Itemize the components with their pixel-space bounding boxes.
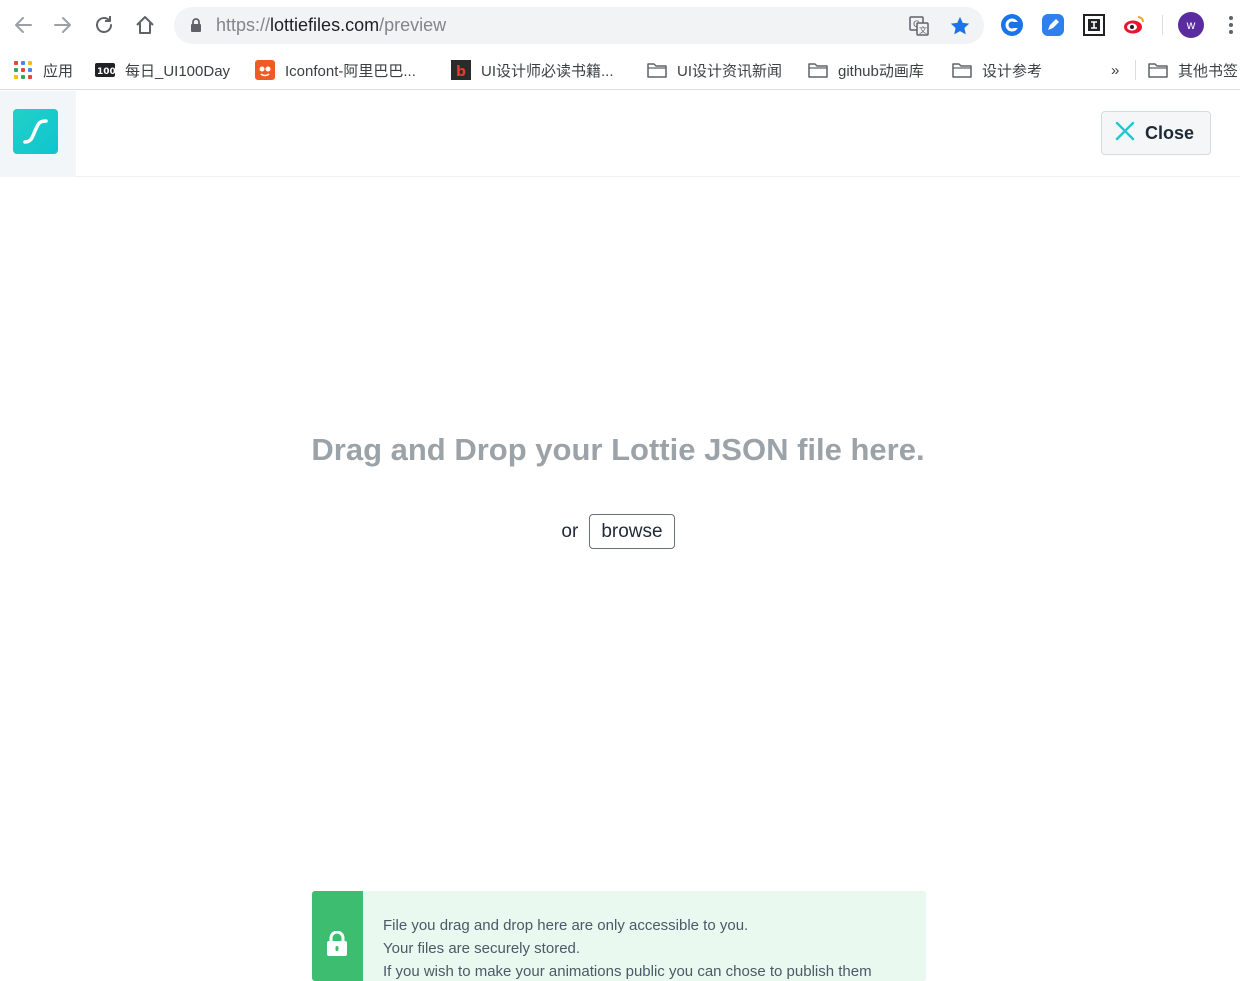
bookmark-iconfont[interactable]: Iconfont-阿里巴巴... — [255, 56, 416, 84]
folder-icon — [1148, 60, 1168, 80]
bookmark-label: UI设计师必读书籍... — [481, 62, 614, 80]
folder-icon — [952, 60, 972, 80]
url-text[interactable]: https://lottiefiles.com/preview — [216, 15, 446, 36]
address-bar[interactable]: https://lottiefiles.com/preview G文 — [174, 7, 984, 44]
notice-line: Your files are securely stored. — [383, 940, 581, 957]
bookmarks-overflow-button[interactable]: » — [1111, 56, 1119, 84]
app-header: Close — [0, 91, 1240, 177]
kebab-menu-icon[interactable] — [1224, 14, 1238, 38]
url-scheme: https:// — [216, 15, 271, 35]
profile-avatar[interactable]: w — [1178, 12, 1204, 38]
extension-weibo-icon[interactable] — [1121, 12, 1147, 38]
bookmarks-bar: 应用 100 每日_UI100Day Iconfont-阿里巴巴... b UI… — [0, 50, 1240, 90]
back-arrow-icon[interactable] — [8, 10, 38, 40]
svg-text:b: b — [456, 64, 466, 80]
folder-icon — [808, 60, 828, 80]
lock-icon[interactable] — [190, 18, 202, 38]
browse-button[interactable]: browse — [589, 514, 675, 549]
close-icon — [1114, 120, 1136, 147]
privacy-notice: File you drag and drop here are only acc… — [312, 891, 926, 981]
bookmark-label: UI设计资讯新闻 — [677, 62, 783, 80]
bookmark-label: 设计参考 — [982, 62, 1043, 80]
bookmark-folder-news[interactable]: UI设计资讯新闻 — [647, 56, 782, 84]
extension-c-icon[interactable] — [999, 12, 1025, 38]
ui100-icon: 100 — [95, 60, 115, 80]
bookmark-ui100day[interactable]: 100 每日_UI100Day — [95, 56, 230, 84]
book-icon: b — [451, 60, 471, 80]
browser-toolbar: https://lottiefiles.com/preview G文 w — [0, 0, 1240, 50]
notice-text: File you drag and drop here are only acc… — [383, 914, 872, 981]
url-host: lottiefiles.com — [270, 15, 380, 35]
bookmark-label: Iconfont-阿里巴巴... — [285, 62, 416, 80]
notice-side-bar — [312, 891, 363, 981]
extension-edit-icon[interactable] — [1040, 12, 1066, 38]
close-button-label: Close — [1145, 122, 1195, 143]
bookmarks-separator — [1135, 60, 1136, 80]
reload-icon[interactable] — [89, 10, 119, 40]
dropzone-title: Drag and Drop your Lottie JSON file here… — [311, 432, 925, 467]
svg-text:100: 100 — [97, 67, 115, 77]
bookmark-folder-other[interactable]: 其他书签 — [1148, 56, 1238, 84]
home-icon[interactable] — [130, 10, 160, 40]
browse-row: or browse — [0, 514, 1236, 549]
notice-line: If you wish to make your animations publ… — [383, 963, 872, 980]
bookmark-folder-github[interactable]: github动画库 — [808, 56, 924, 84]
lottiefiles-logo-icon[interactable] — [13, 109, 58, 154]
lock-icon — [326, 930, 348, 962]
bookmark-folder-design[interactable]: 设计参考 — [952, 56, 1042, 84]
or-label: or — [561, 520, 579, 542]
url-path: /preview — [379, 15, 447, 35]
bookmark-apps[interactable]: 应用 — [13, 56, 73, 84]
bookmark-label: 其他书签 — [1178, 62, 1239, 80]
notice-line: File you drag and drop here are only acc… — [383, 917, 749, 934]
bookmark-label: 每日_UI100Day — [125, 62, 231, 80]
bookmark-books[interactable]: b UI设计师必读书籍... — [451, 56, 614, 84]
close-button[interactable]: Close — [1101, 111, 1211, 155]
toolbar-separator — [1162, 15, 1163, 35]
iconfont-icon — [255, 60, 275, 80]
star-icon[interactable] — [948, 14, 972, 38]
bookmark-label: github动画库 — [838, 62, 924, 80]
logo-container — [0, 91, 76, 177]
folder-icon — [647, 60, 667, 80]
translate-icon[interactable]: G文 — [907, 14, 931, 38]
forward-arrow-icon[interactable] — [48, 10, 78, 40]
svg-text:文: 文 — [919, 25, 927, 35]
apps-grid-icon — [13, 60, 33, 80]
bookmark-label: 应用 — [43, 62, 74, 80]
extension-zhihu-icon[interactable] — [1081, 12, 1107, 38]
